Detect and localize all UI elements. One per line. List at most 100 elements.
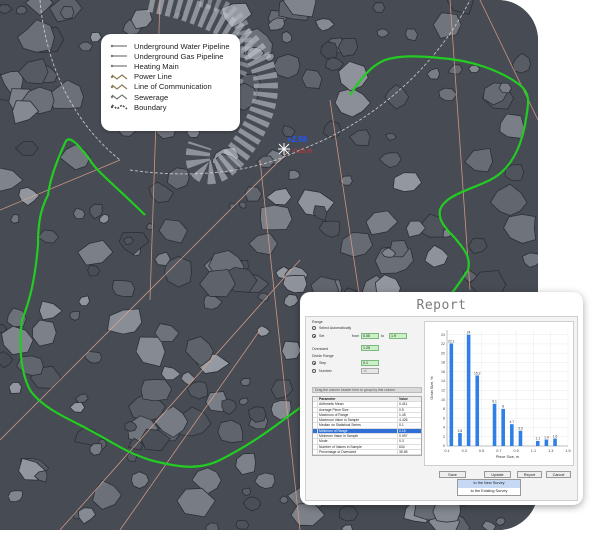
select-auto-label: Select Automatically — [319, 326, 352, 331]
save-to-new-survey[interactable]: to the New Survey — [458, 480, 520, 488]
value-cell: 0.3 — [399, 439, 404, 444]
legend-item-label: Power Line — [134, 72, 172, 82]
bar-value-label: 1.1 — [535, 437, 540, 441]
cursor-marker[interactable] — [278, 143, 290, 155]
legend-item-label: Line of Communication — [134, 82, 212, 92]
y-tick-label: 16 — [441, 370, 445, 374]
param-cell: Percentage of Oversized — [318, 449, 398, 455]
step-label: Step — [319, 361, 327, 366]
rock — [235, 519, 250, 530]
sewerage-icon — [110, 94, 128, 100]
value-cell: 4.426 — [399, 418, 408, 423]
param-cell: Mode — [318, 439, 398, 444]
legend-item-label: Sewerage — [134, 92, 169, 102]
y-tick-label: 4 — [443, 426, 445, 430]
step-radio[interactable] — [312, 361, 317, 366]
oversized-input[interactable]: 1.25 — [361, 345, 379, 351]
rock — [8, 381, 23, 394]
value-cell: 634 — [399, 444, 405, 449]
y-tick-label: 14 — [441, 379, 445, 383]
histogram-bar — [553, 438, 557, 446]
legend-item: Underground Water Pipeline — [109, 41, 232, 51]
legend-item: Power Line — [109, 72, 232, 82]
number-input[interactable]: 10 — [361, 368, 379, 374]
y-tick-label: 12 — [441, 389, 445, 393]
value-cell: 0.411 — [399, 402, 408, 407]
bar-value-label: 1.4 — [544, 435, 549, 439]
legend-item: Sewerage — [109, 92, 232, 102]
to-label: to — [381, 334, 384, 339]
y-tick-label: 8 — [443, 407, 445, 411]
legend-item-label: Underground Water Pipeline — [134, 41, 230, 51]
report-button[interactable]: Report — [517, 471, 542, 478]
histogram-bar — [535, 440, 540, 446]
rock — [273, 53, 301, 79]
legend: Underground Water Pipeline Underground Ga… — [101, 34, 240, 131]
marker-label: +2.98 — [287, 135, 308, 144]
bar-value-label: 15.2 — [474, 371, 481, 375]
table-row[interactable]: Percentage of Oversized 35.55 — [313, 449, 421, 456]
param-column-header[interactable]: Parameter — [318, 397, 398, 402]
x-tick-label: 0.9 — [514, 449, 519, 453]
rock — [217, 419, 243, 444]
bar-value-label: 24 — [467, 330, 471, 334]
param-cell: Arithmetic Mean — [318, 402, 398, 407]
legend-item-label: Heating Main — [134, 61, 179, 71]
select-auto-radio[interactable] — [312, 326, 317, 331]
histogram-chart: 0246810121416182022240.1 0.3 0.5 0.7 0.9 1.1 1… — [430, 330, 571, 459]
range-label: Range — [312, 320, 323, 324]
to-input[interactable]: 1.9 — [389, 333, 407, 339]
number-radio[interactable] — [312, 369, 317, 374]
parameters-table: Parameter Value Arithmetic Mean 0.411 Averag… — [312, 396, 422, 457]
boundary-icon — [110, 104, 128, 111]
bar-value-label: 1.6 — [553, 434, 558, 438]
bar-value-label: 8 — [502, 405, 504, 409]
param-cell: Maximum Value in Sample — [318, 418, 398, 423]
x-tick-label: 0.5 — [479, 449, 484, 453]
value-column-header[interactable]: Value — [398, 397, 421, 401]
y-tick-label: 18 — [441, 361, 445, 365]
histogram-bar — [544, 439, 549, 446]
x-tick-label: 0.1 — [444, 449, 449, 453]
x-tick-label: 0.7 — [496, 449, 501, 453]
rock — [279, 495, 289, 504]
heating-main-icon — [110, 65, 127, 68]
histogram-bar — [449, 343, 454, 446]
histogram-bar — [510, 424, 514, 446]
param-cell: Median on Statistical Series — [318, 423, 398, 428]
update-button[interactable]: Update — [484, 471, 511, 478]
step-input[interactable]: 0.1 — [361, 360, 379, 366]
param-cell: Maximum of Range — [318, 412, 398, 418]
set-label: Set — [319, 334, 325, 339]
x-tick-label: 1.1 — [531, 449, 536, 453]
rock — [140, 379, 173, 402]
save-to-existing-survey[interactable]: to the Existing Survey — [458, 488, 520, 496]
x-tick-label: 0.3 — [462, 449, 467, 453]
cancel-button[interactable]: Cancel — [546, 471, 571, 478]
rock — [281, 340, 302, 361]
value-cell: 1.45 — [399, 412, 406, 417]
histogram-bar — [458, 433, 462, 446]
set-range-radio[interactable] — [312, 334, 317, 339]
legend-item-label: Boundary — [134, 102, 167, 112]
legend-item: Heating Main — [109, 61, 232, 71]
histogram-bar — [475, 375, 480, 446]
stage: +2.98 -0.16 m Underground Water Pipeline… — [0, 0, 592, 540]
value-cell: 0.1 — [399, 423, 404, 428]
bar-value-label: 9.1 — [492, 400, 497, 404]
x-tick-label: 1.3 — [548, 449, 553, 453]
group-by-bar[interactable]: Drag the column header here to group by … — [312, 387, 422, 393]
legend-item-label: Underground Gas Pipeline — [134, 51, 224, 61]
report-title: Report — [416, 298, 467, 313]
y-tick-label: 0 — [443, 444, 445, 448]
legend-item: Boundary — [109, 102, 232, 112]
from-input[interactable]: 0.05 — [361, 333, 379, 339]
rock — [89, 443, 103, 456]
bar-value-label: 22.1 — [448, 339, 455, 343]
x-axis-label: Piece Size, m — [496, 455, 519, 459]
legend-item: Line of Communication — [109, 82, 232, 92]
value-cell: 35.55 — [399, 449, 408, 454]
histogram-bar — [466, 334, 471, 446]
save-button[interactable]: Save — [439, 471, 466, 478]
y-tick-label: 20 — [441, 351, 445, 355]
